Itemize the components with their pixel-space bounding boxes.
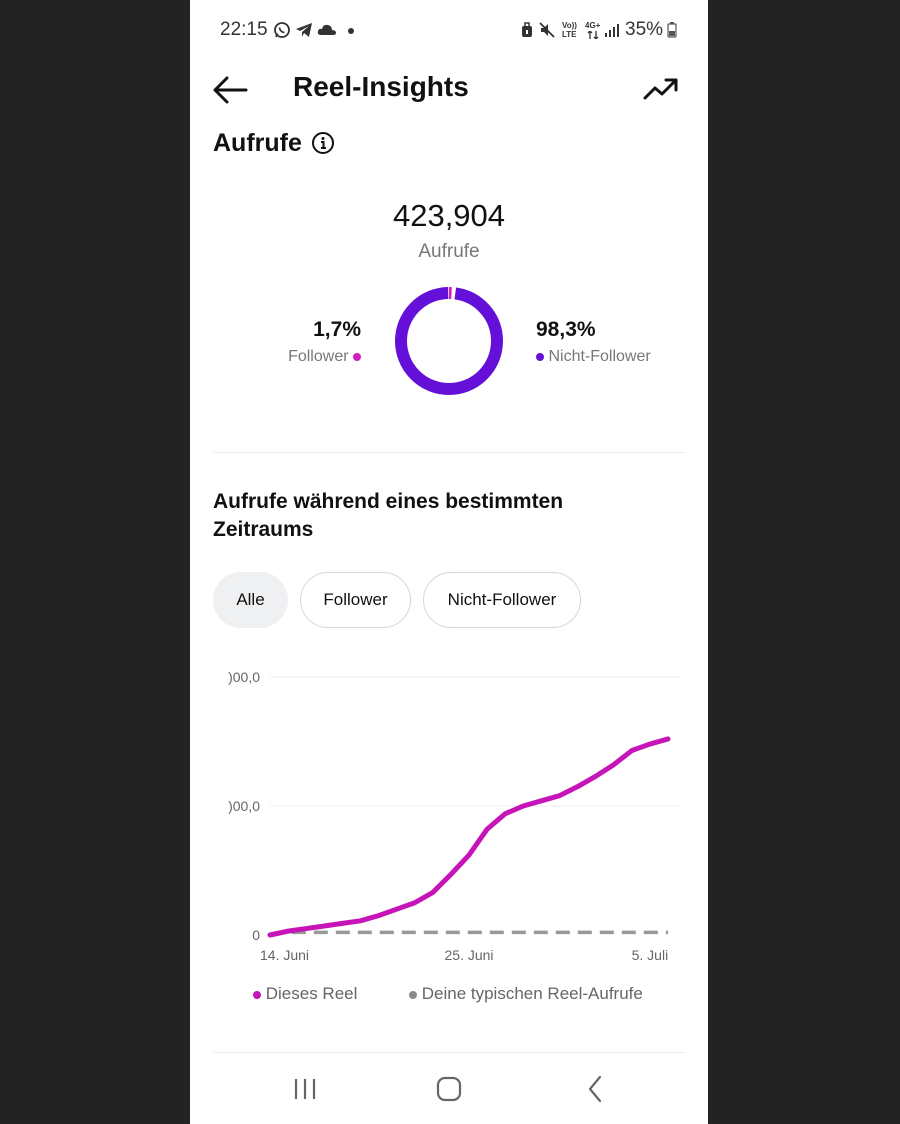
trending-up-icon[interactable] [642,74,680,104]
follower-percent: 1,7% [313,318,361,341]
lock-icon [522,22,532,37]
volte-lte-label: LTE [562,30,577,39]
legend-label-typical: Deine typischen Reel-Aufrufe [421,984,643,1003]
legend-item-typical: Deine typischen Reel-Aufrufe [409,984,643,1004]
volte-icon: Vo)) [562,21,577,30]
views-heading: Aufrufe [213,129,302,157]
status-bar: 22:15 Vo)) LTE 4G+ 35% [190,0,708,60]
whatsapp-icon [274,22,290,38]
network-4g-icon: 4G+ [585,21,601,30]
network-arrows-icon [587,31,599,39]
follower-donut-chart [395,287,503,395]
x-tick-label: 25. Juni [444,947,493,963]
phone-screen: 22:15 Vo)) LTE 4G+ 35% Reel-Insights Auf… [190,0,708,1124]
dot-icon [348,28,354,34]
filter-chip-nonfollower[interactable]: Nicht-Follower [423,572,581,628]
section-divider [213,452,685,453]
nonfollower-dot [536,352,544,361]
follower-label: Follower [288,348,349,365]
y-tick-label: )00,0 [228,669,260,685]
donut-segment-nonfollower [395,287,503,395]
filter-chip-all[interactable]: Alle [213,572,288,628]
navigation-bar [190,1060,708,1124]
views-line-chart: )00,0 )00,0 0 14. Juni 25. Juni 5. Juli [190,650,708,980]
legend-dot-this-reel [253,990,261,999]
follower-legend: Follower [288,348,361,366]
series-line-typical [269,930,668,937]
legend-item-this-reel: Dieses Reel [253,984,357,1004]
filter-chip-follower[interactable]: Follower [300,572,411,628]
nonfollower-percent: 98,3% [536,318,596,341]
status-time: 22:15 [220,19,268,40]
recent-apps-icon[interactable] [290,1074,320,1104]
info-icon[interactable] [311,131,335,155]
page-title: Reel-Insights [293,71,469,102]
x-tick-label: 14. Juni [260,947,309,963]
y-tick-label: )00,0 [228,798,260,814]
period-heading: Aufrufe während eines bestimmten Zeitrau… [213,490,564,541]
arrow-left-icon[interactable] [212,74,248,106]
telegram-icon [296,23,312,37]
total-views-label: Aufrufe [418,241,480,262]
y-tick-label: 0 [252,927,260,943]
battery-percent: 35% [625,19,664,40]
home-icon[interactable] [434,1074,464,1104]
signal-icon [605,24,619,37]
section-divider [213,1052,685,1053]
legend-dot-typical [409,990,417,999]
series-line-this-reel [267,736,671,938]
total-views-value: 423,904 [392,198,506,233]
x-tick-label: 5. Juli [632,947,669,963]
mute-icon [539,22,555,38]
follower-dot [353,352,361,361]
cloud-icon [317,24,336,35]
nonfollower-label: Nicht-Follower [548,348,651,365]
legend-label-this-reel: Dieses Reel [265,984,358,1003]
battery-icon [667,22,677,38]
back-icon[interactable] [581,1074,611,1104]
nonfollower-legend: Nicht-Follower [536,348,651,366]
